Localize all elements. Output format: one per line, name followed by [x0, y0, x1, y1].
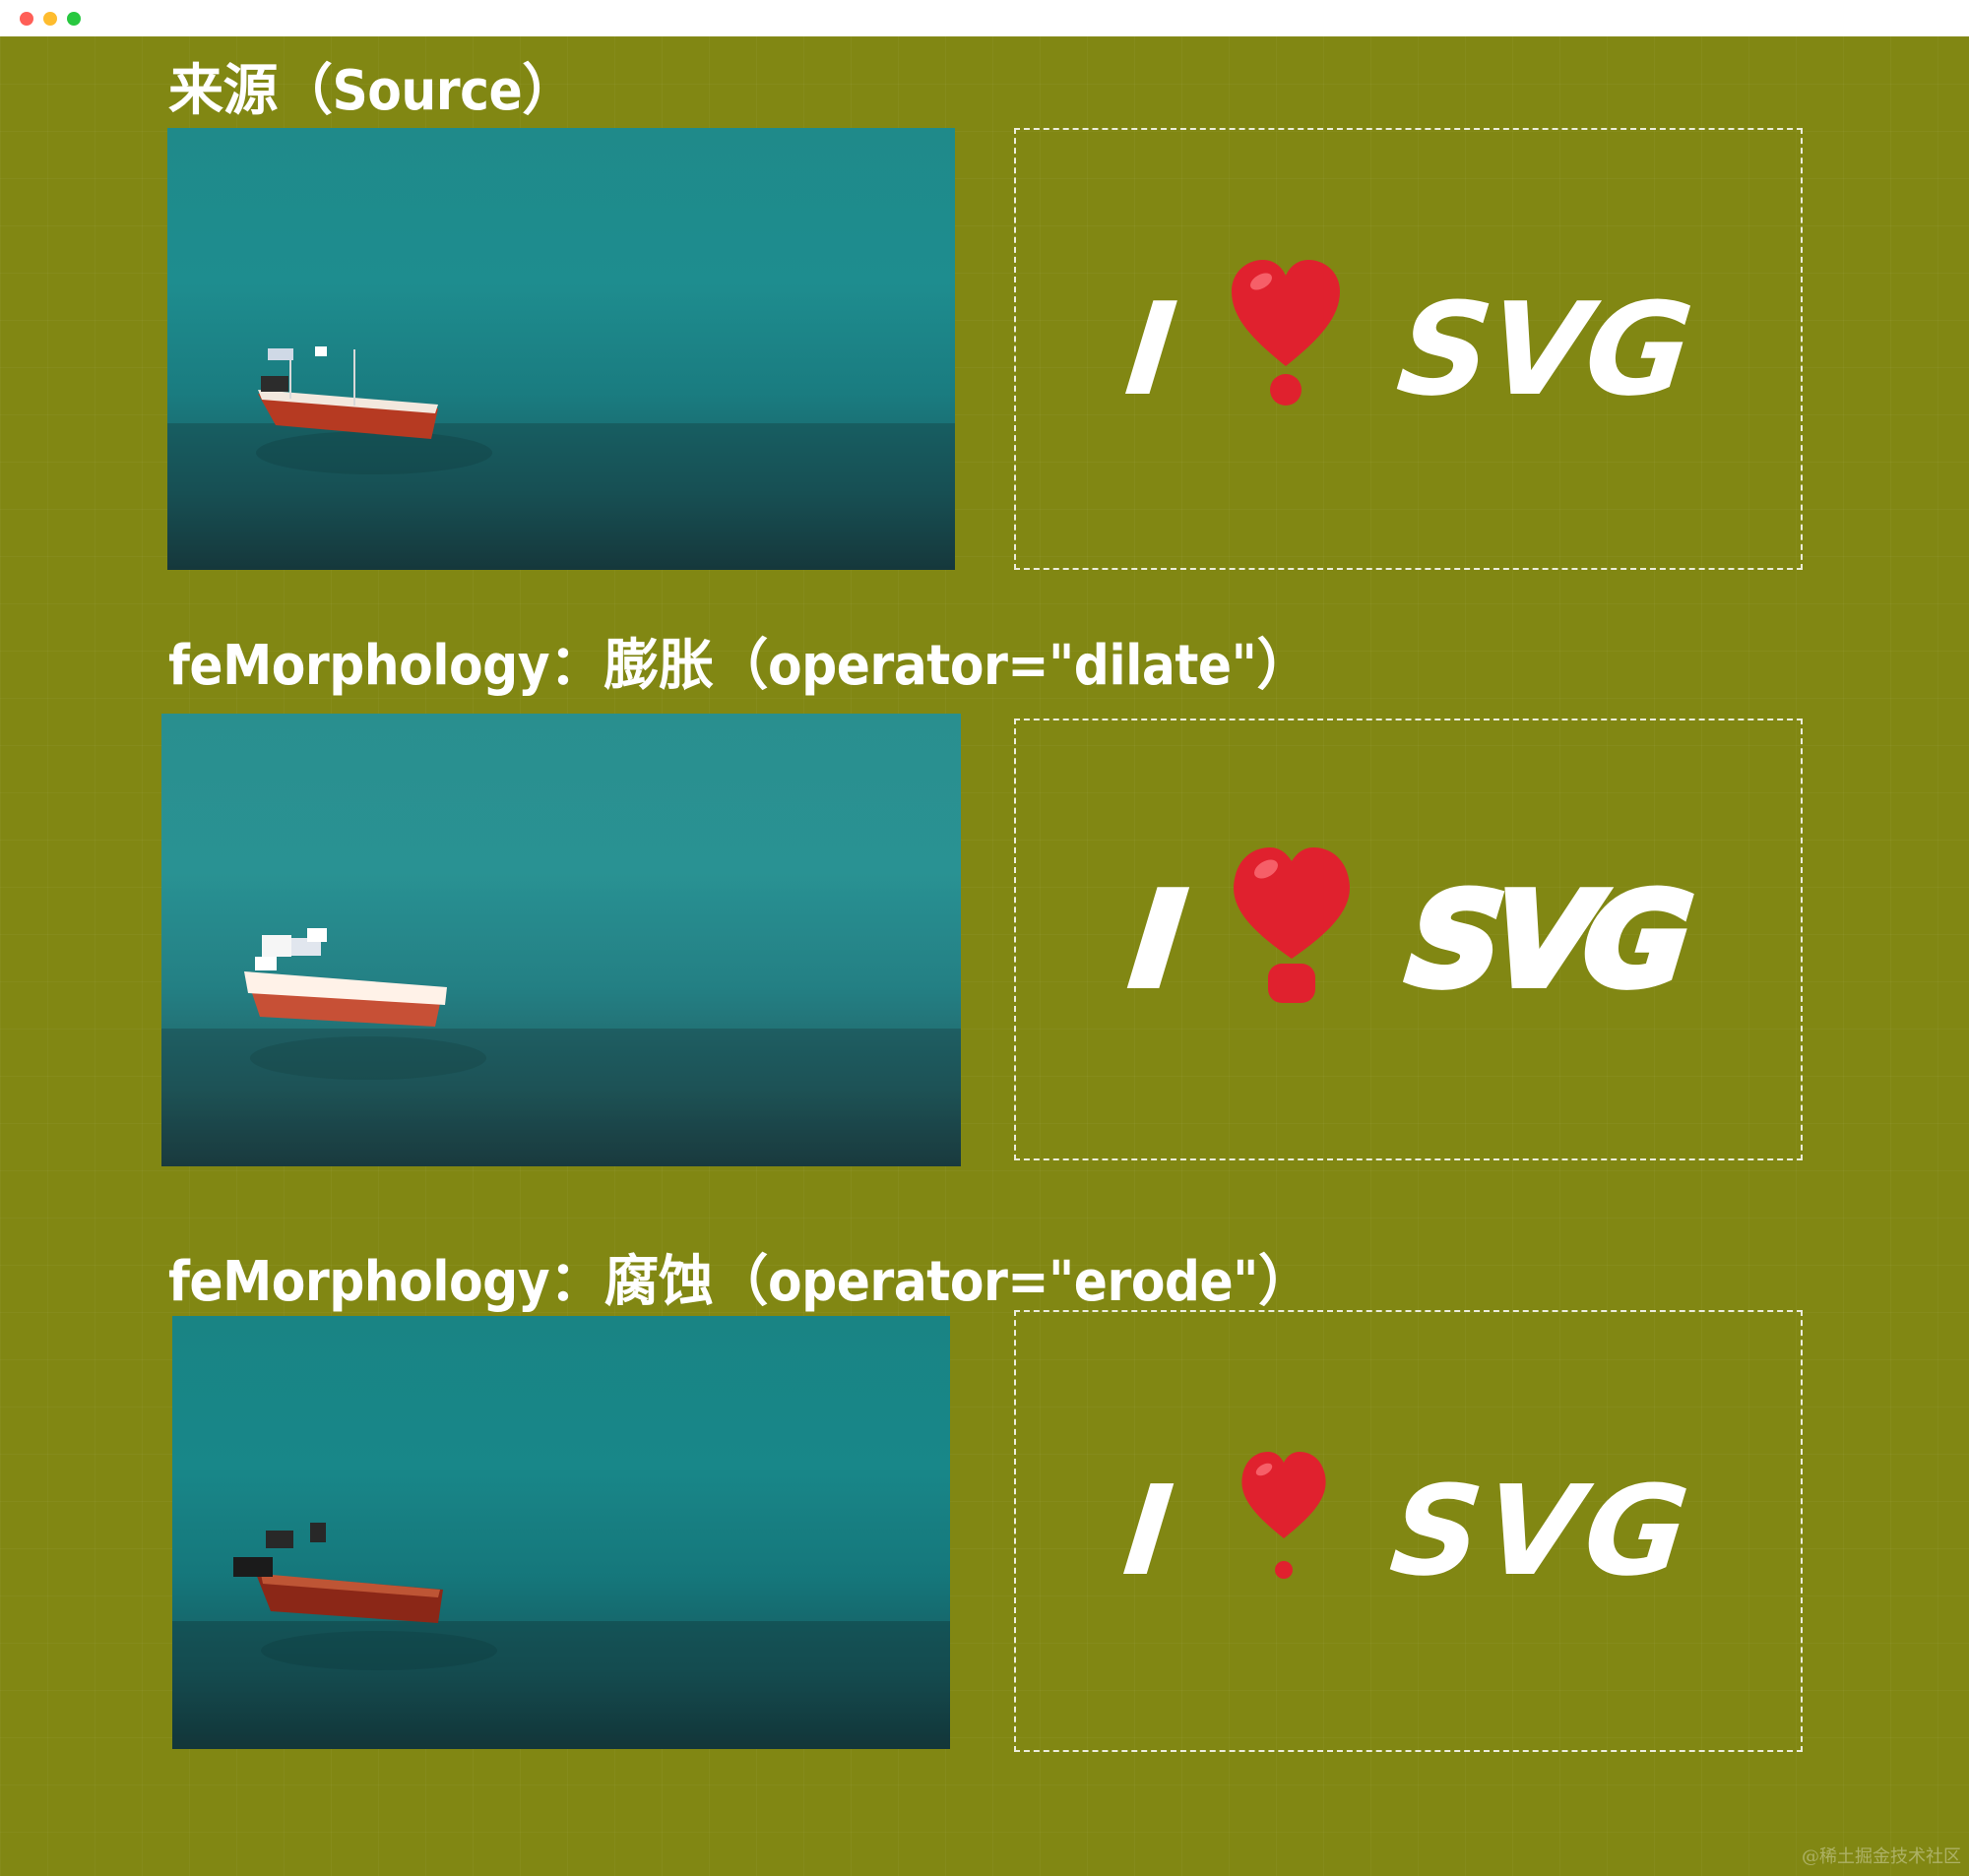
boat-photo-illustration — [167, 346, 955, 570]
erode-photo — [172, 1316, 950, 1749]
banner-i-text: I — [1122, 861, 1185, 1019]
red-heart-exclamation-icon — [1233, 845, 1351, 1033]
erode-banner: I SVG — [1016, 1312, 1801, 1750]
banner-i-text: I — [1117, 1459, 1183, 1603]
banner-svg-text: SVG — [1384, 1459, 1699, 1603]
red-heart-exclamation-icon — [1235, 1448, 1333, 1615]
minimize-button[interactable] — [43, 12, 57, 26]
source-text-panel: I SVG — [1014, 128, 1803, 570]
demo-canvas: 来源（Source） I SVG feMorphology：膨胀（operato… — [0, 36, 1969, 1876]
zoom-button[interactable] — [67, 12, 81, 26]
window-titlebar — [0, 0, 1969, 36]
banner-svg-text: SVG — [1391, 274, 1698, 424]
section-title-dilate: feMorphology：膨胀（operator="dilate"） — [168, 634, 1311, 698]
dilate-banner: I SVG — [1016, 720, 1801, 1158]
boat-photo-dilated-illustration — [161, 928, 961, 1166]
close-button[interactable] — [20, 12, 33, 26]
section-title-source: 来源（Source） — [168, 59, 577, 123]
watermark: @稀土掘金技术社区 — [1802, 1846, 1961, 1867]
red-heart-exclamation-icon — [1232, 260, 1341, 438]
source-banner: I SVG — [1016, 130, 1801, 568]
boat-photo-eroded-illustration — [172, 1523, 950, 1749]
banner-i-text: I — [1118, 274, 1181, 424]
dilate-text-panel: I SVG — [1014, 719, 1803, 1160]
source-photo — [167, 128, 955, 570]
banner-svg-text: SVG — [1398, 861, 1694, 1019]
section-title-erode: feMorphology：腐蚀（operator="erode"） — [168, 1250, 1313, 1314]
erode-text-panel: I SVG — [1014, 1310, 1803, 1752]
dilate-photo — [161, 714, 961, 1166]
